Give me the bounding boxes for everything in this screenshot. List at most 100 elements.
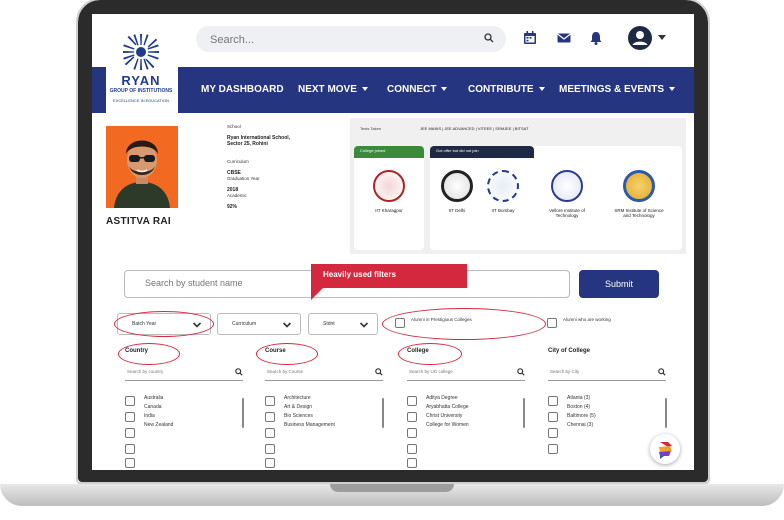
country-option-checkbox[interactable] bbox=[125, 444, 135, 454]
college-option: Christ University bbox=[426, 413, 463, 419]
course-option-checkbox[interactable] bbox=[265, 428, 275, 438]
college-seal-icon bbox=[551, 170, 583, 202]
city-option-checkbox[interactable] bbox=[548, 396, 558, 406]
sunburst-logo-icon bbox=[123, 34, 159, 70]
college-iit-bombay[interactable]: IIT Bombay bbox=[476, 170, 530, 213]
graduation-label: Graduation Year bbox=[227, 176, 260, 181]
course-option-checkbox[interactable] bbox=[265, 412, 275, 422]
country-search[interactable] bbox=[125, 366, 243, 381]
city-option: Atlanta (3) bbox=[567, 395, 591, 401]
chat-fab-button[interactable] bbox=[650, 434, 680, 464]
global-search[interactable] bbox=[196, 26, 506, 52]
city-search[interactable] bbox=[548, 366, 666, 381]
college-option-checkbox[interactable] bbox=[407, 444, 417, 454]
working-alumni-checkbox[interactable] bbox=[547, 318, 557, 328]
college-iit-kharagpur[interactable]: IIT Kharagpur bbox=[362, 170, 416, 213]
chevron-down-icon bbox=[359, 322, 369, 328]
college-option-checkbox[interactable] bbox=[407, 458, 417, 468]
country-filter-title: Country bbox=[125, 348, 148, 354]
chevron-down-icon bbox=[669, 87, 676, 92]
submit-button[interactable]: Submit bbox=[579, 270, 659, 298]
mail-icon[interactable] bbox=[556, 30, 572, 46]
academic-label: Academic bbox=[227, 193, 247, 198]
college-option-checkbox[interactable] bbox=[407, 396, 417, 406]
course-option-checkbox[interactable] bbox=[265, 458, 275, 468]
city-option-checkbox[interactable] bbox=[548, 412, 558, 422]
country-option: Australia bbox=[144, 395, 164, 401]
country-option: India bbox=[144, 413, 155, 419]
college-option-checkbox[interactable] bbox=[407, 428, 417, 438]
tests-value: JEE MAINS | JEE ADVANCED | VITEEE | SRMJ… bbox=[420, 126, 529, 131]
search-icon[interactable] bbox=[658, 368, 666, 376]
nav-next-move[interactable]: NEXT MOVE bbox=[298, 84, 368, 95]
course-scrollbar[interactable] bbox=[382, 398, 384, 428]
college-seal-icon bbox=[441, 170, 473, 202]
city-option-checkbox[interactable] bbox=[548, 444, 558, 454]
course-option-checkbox[interactable] bbox=[265, 444, 275, 454]
nav-my-dashboard[interactable]: MY DASHBOARD bbox=[201, 84, 284, 95]
college-search[interactable] bbox=[407, 366, 525, 381]
college-option: Aditya Degree bbox=[426, 395, 458, 401]
chevron-down-icon[interactable] bbox=[658, 35, 666, 40]
curriculum-dropdown[interactable]: Curriculum bbox=[217, 313, 301, 335]
country-search-input[interactable] bbox=[125, 368, 229, 375]
course-search[interactable] bbox=[265, 366, 383, 381]
city-search-input[interactable] bbox=[548, 368, 652, 375]
search-input[interactable] bbox=[208, 30, 472, 50]
college-vit[interactable]: Vellore Institute of Technology bbox=[540, 170, 594, 218]
course-option: Architecture bbox=[284, 395, 311, 401]
country-option-checkbox[interactable] bbox=[125, 458, 135, 468]
city-option: Chennai (3) bbox=[567, 422, 594, 428]
logo-name: RYAN bbox=[121, 73, 161, 88]
course-search-input[interactable] bbox=[265, 368, 369, 375]
college-filter-title: College bbox=[407, 348, 429, 354]
college-option: College for Women bbox=[426, 422, 469, 428]
country-scrollbar[interactable] bbox=[242, 398, 244, 428]
college-option: Aryabhatta College bbox=[426, 404, 469, 410]
college-search-input[interactable] bbox=[407, 368, 511, 375]
college-seal-icon bbox=[373, 170, 405, 202]
college-joined-tag: College joined bbox=[354, 146, 424, 158]
student-name: ASTITVA RAI bbox=[106, 216, 171, 227]
college-scrollbar[interactable] bbox=[523, 398, 525, 428]
country-option-checkbox[interactable] bbox=[125, 412, 135, 422]
course-option-checkbox[interactable] bbox=[265, 396, 275, 406]
education-panel: Tests Taken JEE MAINS | JEE ADVANCED | V… bbox=[350, 118, 686, 254]
nav-connect[interactable]: CONNECT bbox=[387, 84, 448, 95]
nav-contribute[interactable]: CONTRIBUTE bbox=[468, 84, 545, 95]
offers-card: Got offer but did not join IIT Delhi IIT… bbox=[430, 146, 682, 250]
search-icon[interactable] bbox=[484, 33, 494, 43]
city-scrollbar[interactable] bbox=[665, 398, 667, 428]
search-icon[interactable] bbox=[235, 368, 243, 376]
highlight-ring bbox=[118, 343, 180, 365]
chat-bubble-icon bbox=[659, 442, 672, 459]
chevron-down-icon bbox=[441, 87, 448, 92]
chevron-down-icon bbox=[538, 87, 545, 92]
bell-icon[interactable] bbox=[588, 30, 604, 46]
search-icon[interactable] bbox=[517, 368, 525, 376]
stream-dropdown-label: Stdnt bbox=[323, 321, 335, 327]
working-alumni-label: Alumni who are working bbox=[563, 317, 611, 322]
ryan-logo[interactable]: RYAN GROUP OF INSTITUTIONS EXCELLENCE IN… bbox=[106, 32, 176, 118]
country-option-checkbox[interactable] bbox=[125, 428, 135, 438]
highlight-ring bbox=[256, 343, 318, 365]
country-option-checkbox[interactable] bbox=[125, 396, 135, 406]
college-joined-card: College joined IIT Kharagpur bbox=[354, 146, 424, 250]
course-option: Bio Sciences bbox=[284, 413, 313, 419]
course-filter-title: Course bbox=[265, 348, 286, 354]
search-icon[interactable] bbox=[375, 368, 383, 376]
stream-dropdown[interactable]: Stdnt bbox=[308, 313, 378, 335]
user-avatar-menu[interactable] bbox=[628, 26, 652, 50]
city-option-checkbox[interactable] bbox=[548, 428, 558, 438]
calendar-icon[interactable] bbox=[522, 30, 538, 46]
logo-tagline: EXCELLENCE IN EDUCATION bbox=[113, 98, 169, 103]
nav-meetings-events[interactable]: MEETINGS & EVENTS bbox=[559, 84, 676, 95]
college-srm[interactable]: SRM Institute of Science and Technology bbox=[612, 170, 666, 218]
app-screen: MY DASHBOARD NEXT MOVE CONNECT CONTRIBUT… bbox=[92, 14, 694, 470]
chevron-down-icon bbox=[361, 87, 368, 92]
college-option-checkbox[interactable] bbox=[407, 412, 417, 422]
logo-subtitle: GROUP OF INSTITUTIONS bbox=[109, 88, 173, 94]
course-option: Art & Design bbox=[284, 404, 313, 410]
city-option: Baltimore (5) bbox=[567, 413, 596, 419]
student-portrait-icon bbox=[106, 126, 178, 208]
